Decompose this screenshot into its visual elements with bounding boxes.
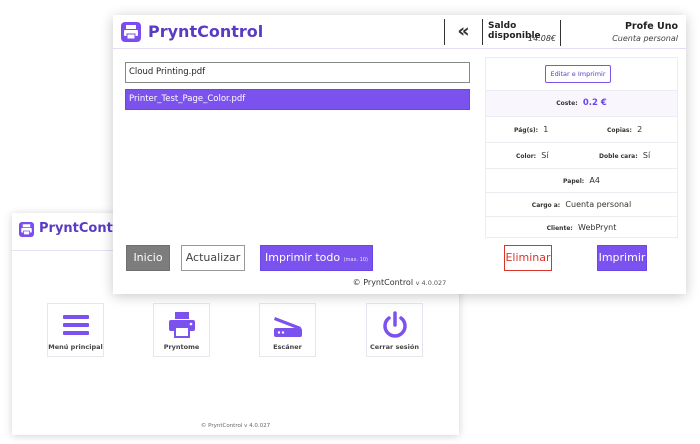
copies-value: 2 — [637, 125, 643, 134]
file-item-selected[interactable]: Printer_Test_Page_Color.pdf — [125, 89, 470, 110]
color-duplex-row: Color: Sí Doble cara: Sí — [486, 142, 677, 168]
home-footer-version: v 4.0.027 — [244, 423, 271, 429]
client-row: Cliente: WebPrynt — [486, 216, 677, 238]
paper-value: A4 — [589, 176, 600, 185]
cost-row: Coste: 0.2 € — [486, 90, 677, 116]
balance-panel: Saldo disponible 14.08€ — [486, 20, 561, 46]
balance-value: 14.08€ — [528, 34, 556, 43]
tile-logout[interactable]: Cerrar sesión — [366, 303, 423, 357]
charge-row: Cargo a: Cuenta personal — [486, 192, 677, 216]
printer-logo-icon — [19, 222, 34, 237]
print-all-limit: (max. 10) — [343, 257, 368, 263]
menu-icon — [60, 311, 92, 339]
tile-pryntome-label: Pryntome — [163, 343, 200, 351]
pages-label: Pág(s): — [514, 127, 539, 134]
charge-value: Cuenta personal — [565, 200, 632, 209]
user-panel: Profe Uno Cuenta personal — [568, 21, 678, 43]
pages-copies-row: Pág(s): 1 Copias: 2 — [486, 116, 677, 142]
cost-value: 0.2 € — [582, 98, 607, 108]
home-tiles: Menú principal Pryntome Escáner Cerrar s… — [12, 303, 459, 359]
print-all-label: Imprimir todo — [265, 251, 341, 264]
refresh-button[interactable]: Actualizar — [181, 245, 245, 271]
printer-logo-icon — [121, 22, 141, 42]
power-icon — [379, 311, 411, 339]
user-account: Cuenta personal — [612, 34, 678, 43]
home-button[interactable]: Inicio — [126, 245, 170, 271]
print-all-button[interactable]: Imprimir todo (max. 10) — [260, 245, 373, 271]
queue-header: PryntControl « Saldo disponible 14.08€ P… — [113, 15, 686, 49]
screenshot-stage: PryntControl Menú principal Pryntome Esc… — [0, 0, 700, 444]
queue-footer-version: v 4.0.027 — [415, 279, 447, 287]
collapse-button[interactable]: « — [444, 19, 483, 45]
tile-pryntome[interactable]: Pryntome — [153, 303, 210, 357]
delete-button[interactable]: Eliminar — [504, 245, 552, 271]
tile-main-menu-label: Menú principal — [48, 343, 103, 351]
print-queue-window: PryntControl « Saldo disponible 14.08€ P… — [113, 15, 686, 294]
print-button[interactable]: Imprimir — [597, 245, 647, 271]
queue-app-title: PryntControl — [148, 22, 264, 41]
printer-icon — [166, 311, 198, 339]
tile-main-menu[interactable]: Menú principal — [47, 303, 104, 357]
tile-logout-label: Cerrar sesión — [370, 343, 419, 351]
paper-label: Papel: — [563, 178, 585, 185]
copies-label: Copias: — [607, 127, 632, 134]
charge-label: Cargo a: — [531, 202, 561, 209]
duplex-label: Doble cara: — [599, 153, 638, 160]
home-footer-copyright: © PryntControl — [200, 423, 243, 429]
user-name: Profe Uno — [624, 21, 678, 32]
job-details-panel: Editar e Imprimir Coste: 0.2 € Pág(s): 1… — [485, 57, 678, 238]
color-value: Sí — [541, 151, 549, 160]
client-value: WebPrynt — [578, 223, 617, 232]
file-item[interactable]: Cloud Printing.pdf — [125, 62, 470, 83]
file-list: Cloud Printing.pdf Printer_Test_Page_Col… — [125, 62, 470, 116]
double-chevron-left-icon: « — [457, 20, 470, 42]
duplex-value: Sí — [642, 151, 651, 160]
cost-label: Coste: — [556, 100, 578, 107]
color-label: Color: — [516, 153, 537, 160]
edit-and-print-button[interactable]: Editar e Imprimir — [545, 65, 611, 83]
tile-scanner-label: Escáner — [273, 343, 302, 351]
home-footer: © PryntControl v 4.0.027 — [12, 423, 459, 429]
pages-value: 1 — [543, 125, 549, 134]
client-label: Cliente: — [546, 225, 573, 232]
queue-footer-copyright: © PryntControl — [352, 278, 414, 287]
paper-row: Papel: A4 — [486, 168, 677, 192]
tile-scanner[interactable]: Escáner — [259, 303, 316, 357]
scanner-icon — [272, 311, 304, 339]
queue-footer: © PryntControl v 4.0.027 — [113, 278, 686, 287]
